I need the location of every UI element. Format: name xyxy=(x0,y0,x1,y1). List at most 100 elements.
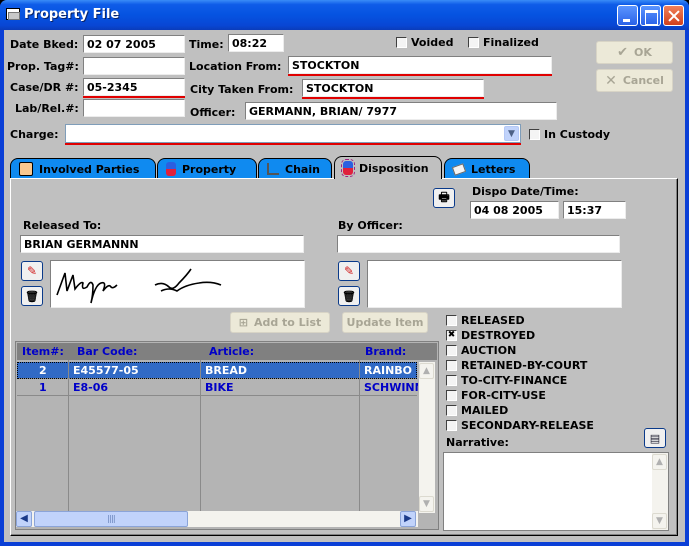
officer-signature-pad[interactable] xyxy=(367,260,622,308)
lab-rel-field[interactable] xyxy=(83,99,185,117)
list-document-icon: ▤ xyxy=(649,431,661,445)
released-to-field[interactable]: BRIAN GERMANNN xyxy=(20,235,304,253)
option-checkbox[interactable] xyxy=(446,420,457,431)
option-checkbox[interactable]: ✖ xyxy=(446,330,457,341)
voided-box[interactable] xyxy=(396,37,407,48)
tab-involved-parties[interactable]: Involved Parties xyxy=(10,158,156,179)
option-checkbox[interactable] xyxy=(446,405,457,416)
cancel-x-icon: ✕ xyxy=(605,72,617,89)
in-custody-box[interactable] xyxy=(529,129,540,140)
prop-tag-field[interactable] xyxy=(83,57,185,75)
sign-officer-button[interactable]: ✎ xyxy=(338,261,360,281)
col-article[interactable]: Article: xyxy=(209,345,254,358)
grid-header: Item#: Bar Code: Article: Brand: xyxy=(17,343,437,360)
tab-chain[interactable]: Chain xyxy=(258,158,332,179)
location-from-field[interactable]: STOCKTON xyxy=(288,56,552,74)
tab-disposition[interactable]: Disposition xyxy=(334,156,442,179)
hierarchy-icon xyxy=(267,163,279,175)
scroll-up-icon[interactable]: ▲ xyxy=(652,454,667,470)
in-custody-label: In Custody xyxy=(544,128,611,141)
col-divider xyxy=(200,360,201,513)
grid-hscroll[interactable]: ◀ |||| ▶ xyxy=(16,511,418,527)
ok-button[interactable]: ✔ OK xyxy=(596,41,673,64)
sign-released-button[interactable]: ✎ xyxy=(21,261,43,281)
narrative-scrollbar[interactable]: ▲ ▼ xyxy=(652,453,668,530)
table-row[interactable]: 1 E8-06 BIKE SCHWINN xyxy=(17,379,418,396)
letter-pen-icon xyxy=(451,162,467,176)
minimize-button[interactable] xyxy=(617,5,638,26)
option-checkbox[interactable] xyxy=(446,345,457,356)
narrative-textarea[interactable]: ▲ ▼ xyxy=(443,452,669,531)
table-row[interactable]: 2 E45577-05 BREAD RAINBO xyxy=(17,362,417,379)
released-signature-pad[interactable] xyxy=(50,260,305,308)
finalized-box[interactable] xyxy=(468,37,479,48)
checkmark-icon: ✔ xyxy=(617,45,629,60)
option-checkbox[interactable] xyxy=(446,375,457,386)
col-bar-code[interactable]: Bar Code: xyxy=(77,345,137,358)
disposition-option-released[interactable]: RELEASED xyxy=(446,314,525,327)
scroll-right-icon[interactable]: ▶ xyxy=(400,511,416,527)
scroll-up-icon[interactable]: ▲ xyxy=(419,363,434,379)
charge-select[interactable]: ▼ xyxy=(65,124,521,143)
signature-pen-icon: ✎ xyxy=(26,264,38,278)
scroll-down-icon[interactable]: ▼ xyxy=(652,513,667,529)
disposition-option-mailed[interactable]: MAILED xyxy=(446,404,508,417)
cube-icon xyxy=(166,162,176,176)
face-icon xyxy=(19,162,33,176)
cell-bar-code: E45577-05 xyxy=(73,364,139,377)
option-label: TO-CITY-FINANCE xyxy=(461,374,568,387)
narrative-template-button[interactable]: ▤ xyxy=(644,428,666,448)
print-button[interactable]: 🖶 xyxy=(433,188,455,208)
maximize-button[interactable] xyxy=(640,5,661,26)
option-label: MAILED xyxy=(461,404,509,417)
grid-vscroll[interactable]: ▲ ▼ xyxy=(419,362,435,513)
add-to-list-button[interactable]: ⊞ Add to List xyxy=(230,312,330,333)
option-checkbox[interactable] xyxy=(446,390,457,401)
disposition-option-auction[interactable]: AUCTION xyxy=(446,344,516,357)
update-item-button[interactable]: Update Item xyxy=(342,312,428,333)
option-label: FOR-CITY-USE xyxy=(461,389,546,402)
window-title: Property File xyxy=(24,7,120,22)
disposition-option-destroyed[interactable]: ✖ DESTROYED xyxy=(446,329,535,342)
in-custody-checkbox[interactable]: In Custody xyxy=(529,128,610,141)
update-item-label: Update Item xyxy=(346,316,424,329)
time-label: Time: xyxy=(189,38,224,51)
option-checkbox[interactable] xyxy=(446,360,457,371)
col-item[interactable]: Item#: xyxy=(22,345,64,358)
scroll-down-icon[interactable]: ▼ xyxy=(419,496,434,512)
officer-field[interactable]: GERMANN, BRIAN/ 7977 xyxy=(245,102,557,120)
tab-property[interactable]: Property xyxy=(157,158,257,179)
option-checkbox[interactable] xyxy=(446,315,457,326)
clear-officer-signature-button[interactable]: 🗑 xyxy=(338,286,360,306)
date-booked-field[interactable]: 02 07 2005 xyxy=(83,35,185,53)
tab-letters-label: Letters xyxy=(471,162,516,176)
case-dr-field[interactable]: 05-2345 xyxy=(83,78,185,96)
col-brand[interactable]: Brand: xyxy=(365,345,406,358)
cell-brand: RAINBO xyxy=(364,364,413,377)
disposition-option-secondary-release[interactable]: SECONDARY-RELEASE xyxy=(446,419,594,432)
trash-icon: 🗑 xyxy=(25,289,39,303)
prop-tag-label: Prop. Tag#: xyxy=(7,60,79,73)
title-bar[interactable]: Property File xyxy=(0,0,689,30)
items-grid: Item#: Bar Code: Article: Brand: 2 E45577… xyxy=(15,341,439,530)
close-button[interactable] xyxy=(663,5,684,26)
narrative-label: Narrative: xyxy=(446,436,509,449)
tab-letters[interactable]: Letters xyxy=(444,158,530,179)
voided-checkbox[interactable]: Voided xyxy=(396,36,453,49)
disposition-option-retained-by-court[interactable]: RETAINED-BY-COURT xyxy=(446,359,587,372)
clear-released-signature-button[interactable]: 🗑 xyxy=(21,286,43,306)
finalized-checkbox[interactable]: Finalized xyxy=(468,36,539,49)
disposition-option-to-city-finance[interactable]: TO-CITY-FINANCE xyxy=(446,374,567,387)
time-field[interactable]: 08:22 xyxy=(228,34,284,52)
scroll-left-icon[interactable]: ◀ xyxy=(16,511,32,527)
scroll-thumb[interactable]: |||| xyxy=(34,511,188,527)
by-officer-field[interactable] xyxy=(337,235,620,253)
cancel-button[interactable]: ✕ Cancel xyxy=(596,69,673,92)
dispo-date-field[interactable]: 04 08 2005 xyxy=(470,201,559,219)
city-taken-field[interactable]: STOCKTON xyxy=(302,79,484,97)
released-to-label: Released To: xyxy=(23,219,102,232)
disposition-option-for-city-use[interactable]: FOR-CITY-USE xyxy=(446,389,546,402)
cell-item: 1 xyxy=(39,381,47,394)
dispo-time-field[interactable]: 15:37 xyxy=(563,201,626,219)
chevron-down-icon[interactable]: ▼ xyxy=(504,126,519,141)
